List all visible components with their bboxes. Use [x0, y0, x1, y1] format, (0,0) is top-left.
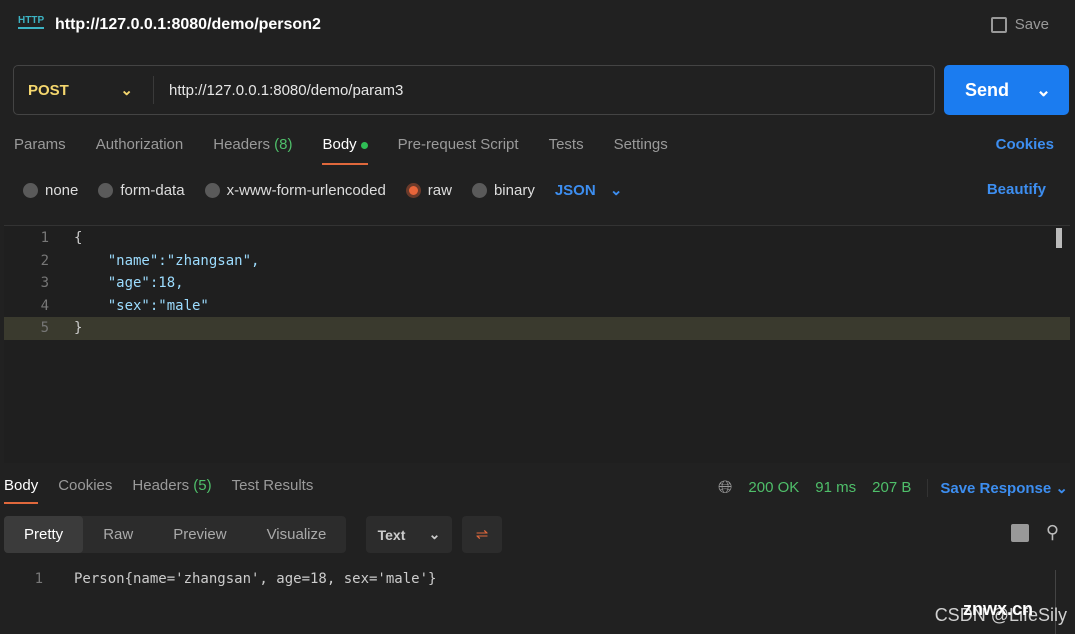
- request-title: http://127.0.0.1:8080/demo/person2: [55, 16, 321, 33]
- response-text: Person{name='zhangsan', age=18, sex='mal…: [74, 571, 437, 588]
- radio-selected-icon: [405, 182, 421, 198]
- radio-icon: [204, 182, 220, 198]
- response-status: 🌐︎ 200 OK 91 ms 207 B Save Response ⌄: [718, 477, 1068, 498]
- radio-label: binary: [493, 181, 535, 199]
- tab-response-headers[interactable]: Headers (5): [132, 477, 211, 504]
- chevron-down-icon[interactable]: ⌄: [1036, 80, 1051, 101]
- tab-label: Headers: [213, 136, 270, 153]
- line-number: 1: [34, 571, 43, 588]
- http-icon: HTTP: [18, 15, 45, 29]
- send-button[interactable]: Send ⌄: [944, 65, 1069, 115]
- tab-authorization[interactable]: Authorization: [96, 136, 184, 165]
- line-number: 2: [40, 252, 49, 269]
- radio-label: raw: [427, 181, 452, 199]
- response-type-select[interactable]: Text ⌄: [366, 516, 452, 553]
- tab-params[interactable]: Params: [14, 136, 66, 165]
- radio-binary[interactable]: binary: [471, 181, 535, 199]
- editor-line: 1{: [4, 227, 1070, 250]
- chevron-down-icon: ⌄: [609, 182, 623, 199]
- tab-response-body[interactable]: Body: [4, 477, 39, 504]
- response-tabs: Body Cookies Headers (5) Test Results: [4, 477, 313, 504]
- tab-headers[interactable]: Headers (8): [213, 136, 292, 165]
- editor-line: 2 "name":"zhangsan",: [4, 250, 1070, 273]
- url-bar: POST ⌄ http://127.0.0.1:8080/demo/param3: [13, 65, 935, 115]
- save-response-label: Save Response: [940, 479, 1052, 497]
- method-label: POST: [28, 81, 69, 99]
- save-icon: [990, 16, 1007, 33]
- modified-dot-icon: [360, 141, 368, 149]
- tab-label: Body: [322, 136, 357, 153]
- radio-icon: [98, 182, 114, 198]
- radio-none[interactable]: none: [23, 182, 78, 199]
- method-select[interactable]: POST ⌄: [14, 76, 154, 104]
- request-tabs: Params Authorization Headers (8) Body Pr…: [14, 136, 668, 165]
- radio-label: x-www-form-urlencoded: [226, 181, 386, 199]
- url-input[interactable]: http://127.0.0.1:8080/demo/param3: [154, 82, 403, 99]
- editor-line: 4 "sex":"male": [4, 295, 1070, 318]
- editor-scrollbar[interactable]: [1056, 228, 1062, 248]
- line-number: 4: [40, 297, 49, 314]
- response-body: 1 Person{name='zhangsan', age=18, sex='ma…: [4, 568, 437, 591]
- globe-icon: 🌐︎: [718, 477, 733, 497]
- search-icon[interactable]: ⚲: [1046, 522, 1059, 543]
- format-select[interactable]: JSON ⌄: [555, 181, 623, 199]
- tab-settings[interactable]: Settings: [614, 136, 668, 165]
- tab-label: Headers: [132, 477, 190, 494]
- response-size: 207 B: [872, 479, 912, 496]
- radio-form-data[interactable]: form-data: [98, 181, 185, 199]
- radio-label: none: [45, 181, 79, 199]
- code-line: "sex":"male": [74, 297, 209, 314]
- wrap-lines-icon[interactable]: ⇌: [462, 516, 502, 553]
- body-type-radios: none form-data x-www-form-urlencoded raw…: [23, 181, 622, 199]
- tab-response-cookies[interactable]: Cookies: [58, 477, 112, 504]
- send-label: Send: [965, 79, 1010, 100]
- radio-raw[interactable]: raw: [405, 181, 452, 199]
- line-number: 5: [40, 320, 49, 337]
- code-line: {: [74, 230, 83, 247]
- tab-body[interactable]: Body: [322, 136, 368, 165]
- view-preview[interactable]: Preview: [153, 516, 246, 553]
- tab-pre-request-script[interactable]: Pre-request Script: [398, 136, 519, 165]
- beautify-button[interactable]: Beautify: [987, 181, 1046, 198]
- radio-icon: [23, 182, 38, 198]
- status-code: 200 OK: [748, 479, 800, 496]
- radio-urlencoded[interactable]: x-www-form-urlencoded: [204, 181, 386, 199]
- editor-line: 5}: [4, 317, 1070, 340]
- watermark-site: znwx.cn: [962, 599, 1033, 619]
- body-editor[interactable]: 1{ 2 "name":"zhangsan", 3 "age":18, 4 "s…: [4, 225, 1070, 463]
- radio-label: form-data: [120, 181, 185, 199]
- view-visualize[interactable]: Visualize: [247, 516, 347, 553]
- headers-count: (8): [274, 136, 293, 153]
- save-label: Save: [1014, 16, 1049, 33]
- line-number: 1: [40, 230, 49, 247]
- view-mode-tabs: Pretty Raw Preview Visualize: [4, 516, 347, 553]
- save-button[interactable]: Save: [990, 16, 1049, 33]
- editor-line: 3 "age":18,: [4, 272, 1070, 295]
- chevron-down-icon: ⌄: [120, 82, 133, 99]
- line-number: 3: [40, 275, 49, 292]
- code-line: "age":18,: [74, 275, 184, 292]
- format-label: JSON: [554, 182, 596, 199]
- save-response-button[interactable]: Save Response ⌄: [927, 478, 1068, 497]
- chevron-down-icon: ⌄: [428, 526, 441, 542]
- view-pretty[interactable]: Pretty: [4, 516, 84, 553]
- code-line: "name":"zhangsan",: [74, 252, 260, 269]
- tab-test-results[interactable]: Test Results: [232, 477, 314, 504]
- response-time: 91 ms: [815, 479, 857, 496]
- tab-tests[interactable]: Tests: [549, 136, 584, 165]
- cookies-link[interactable]: Cookies: [996, 136, 1054, 153]
- view-raw[interactable]: Raw: [83, 516, 153, 553]
- type-label: Text: [377, 526, 406, 543]
- copy-icon[interactable]: [1011, 524, 1029, 542]
- code-line: }: [74, 320, 83, 337]
- headers-count: (5): [193, 477, 212, 494]
- radio-icon: [471, 182, 487, 198]
